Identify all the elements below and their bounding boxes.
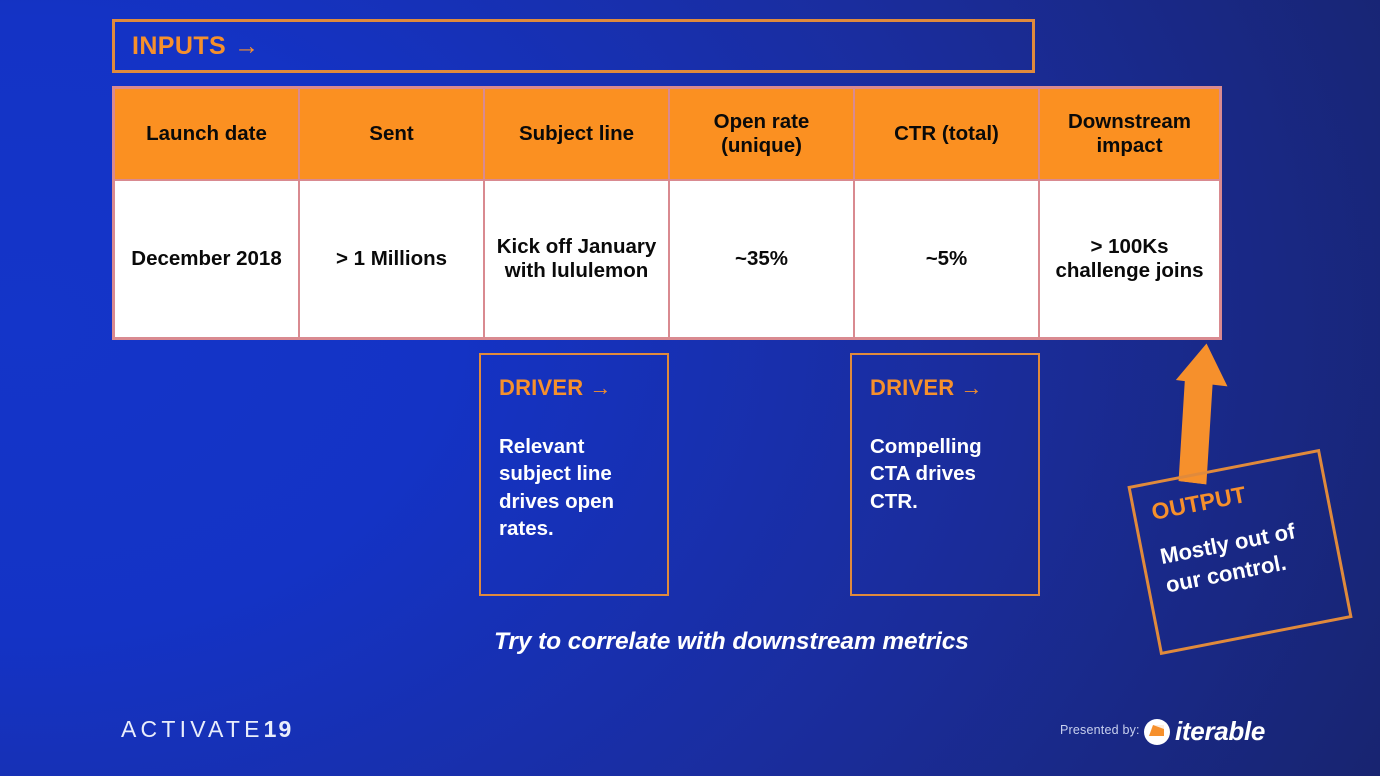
presented-by-label: Presented by: (1060, 723, 1140, 737)
activate-logo-word: ACTIVATE (121, 716, 264, 742)
column-header-open-rate: Open rate (unique) (670, 89, 855, 181)
driver-callout-subject-line: DRIVER → Relevant subject line drives ope… (479, 353, 669, 596)
caption-text: Try to correlate with downstream metrics (494, 628, 969, 655)
metrics-table: Launch date Sent Subject line Open rate … (112, 86, 1222, 340)
driver-callout-title: DRIVER → (870, 375, 983, 400)
column-header-downstream-impact: Downstream impact (1040, 89, 1219, 181)
table-header-row: Launch date Sent Subject line Open rate … (115, 89, 1219, 181)
iterable-wordmark: iterable (1175, 716, 1266, 746)
cell-launch-date: December 2018 (115, 181, 300, 337)
driver-callout-title: DRIVER → (499, 375, 612, 400)
inputs-banner-label: INPUTS → (132, 31, 260, 60)
iterable-logo: iterable (1143, 716, 1265, 747)
up-arrow-icon (1160, 340, 1237, 486)
column-header-ctr: CTR (total) (855, 89, 1040, 181)
cell-open-rate: ~35% (670, 181, 855, 337)
driver-callout-text: Compelling CTA drives CTR. (870, 435, 982, 513)
cell-ctr: ~5% (855, 181, 1040, 337)
slide-canvas: INPUTS → Launch date Sent Subject line Op… (0, 0, 1380, 776)
iterable-mark-icon (1144, 718, 1170, 745)
activate-logo: ACTIVATE19 (121, 716, 293, 743)
table-row: December 2018 > 1 Millions Kick off Janu… (115, 181, 1219, 337)
right-arrow-icon: → (589, 375, 612, 400)
activate-logo-year: 19 (263, 716, 294, 742)
column-header-sent: Sent (300, 89, 485, 181)
driver-callout-text: Relevant subject line drives open rates. (499, 435, 615, 540)
output-callout-text: Mostly out of our control. (1158, 518, 1298, 598)
cell-downstream-impact: > 100Ks challenge joins (1040, 181, 1219, 337)
column-header-subject-line: Subject line (485, 89, 670, 181)
driver-callout-cta: DRIVER → Compelling CTA drives CTR. (850, 353, 1040, 596)
column-header-launch-date: Launch date (115, 89, 300, 181)
right-arrow-icon: → (234, 31, 260, 60)
output-callout: OUTPUT Mostly out of our control. (1127, 448, 1353, 656)
cell-sent: > 1 Millions (300, 181, 485, 337)
inputs-banner: INPUTS → (112, 19, 1035, 73)
right-arrow-icon: → (960, 375, 983, 400)
output-callout-title: OUTPUT (1149, 481, 1249, 525)
cell-subject-line: Kick off January with lululemon (485, 181, 670, 337)
